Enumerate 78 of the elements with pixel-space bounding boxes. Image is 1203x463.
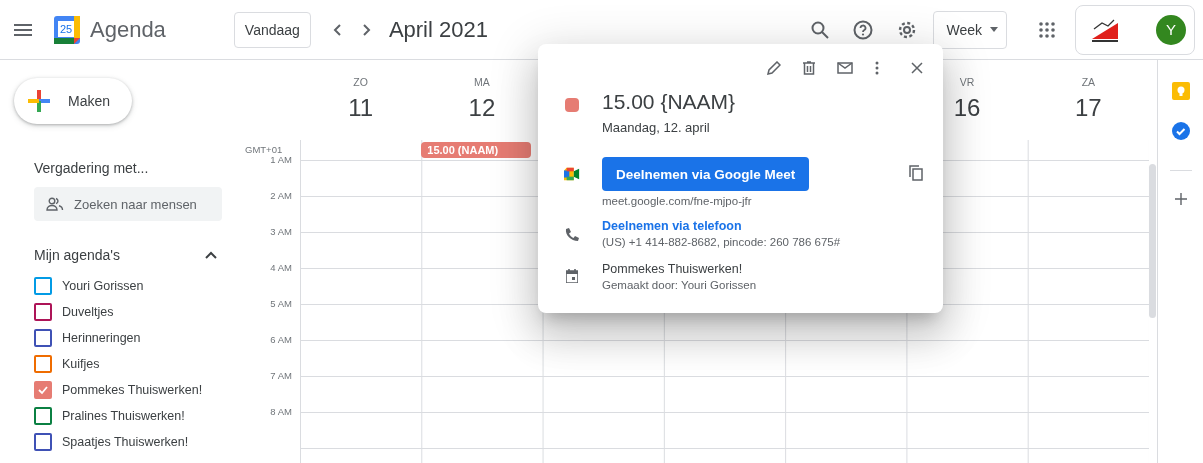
calendar-name: Youri Gorissen [62,279,144,293]
weekday-label: VR [959,76,975,88]
weekday-label: ZA [1081,76,1096,88]
calendar-name: Pommekes Thuiswerken! [602,262,744,276]
search-icon[interactable] [811,20,830,39]
create-button[interactable]: Maken [14,78,132,124]
help-icon[interactable] [853,19,874,40]
calendar-name: Kuifjes [62,357,100,371]
calendar-name: Pralines Thuiswerken! [62,409,185,423]
calendar-item[interactable]: Duveltjes [34,299,245,325]
close-icon[interactable] [911,62,923,74]
apps-grid-icon[interactable] [1039,21,1055,38]
checkbox[interactable] [34,329,52,347]
section-heading: Mijn agenda's [34,247,120,263]
hour-label: 5 AM [270,298,292,309]
menu-icon[interactable] [14,23,32,36]
calendar-logo: 25 [54,15,80,44]
event-creator: Gemaakt door: Youri Gorissen [602,279,757,291]
calendar-item[interactable]: Herinneringen [34,325,245,351]
hour-label: 3 AM [270,226,292,237]
delete-icon[interactable] [803,61,815,75]
calendar-item[interactable]: Pommekes Thuiswerken! [34,377,245,403]
phone-details: (US) +1 414-882-8682, pincode: 260 786 675# [602,236,841,248]
copy-icon[interactable] [909,165,923,181]
day-number[interactable]: 12 [468,94,496,122]
join-by-phone-link[interactable]: Deelnemen via telefoon [602,219,841,233]
more-options-icon[interactable] [875,61,879,75]
calendar-item[interactable]: Youri Gorissen [34,273,245,299]
hour-label: 2 AM [270,190,292,201]
hour-label: 1 AM [270,154,292,165]
hour-label: 4 AM [270,262,292,273]
account-avatar[interactable]: Y [1156,14,1186,45]
hour-label: 7 AM [270,370,292,381]
edit-icon[interactable] [767,61,781,75]
calendar-name: Herinneringen [62,331,141,345]
checkbox[interactable] [34,433,52,451]
day-number[interactable]: 11 [348,94,374,122]
add-icon[interactable] [1174,193,1187,205]
event-date: Maandag, 12. april [602,120,711,135]
weekday-label: ZO [353,76,368,88]
checkbox[interactable] [34,303,52,321]
day-number[interactable]: 16 [953,94,981,122]
today-button[interactable]: Vandaag [233,11,311,48]
plus-icon [28,90,50,112]
scrollbar[interactable] [1149,164,1156,318]
next-icon[interactable] [362,23,371,36]
app-title: Agenda [90,16,166,43]
calendar-name: Spaatjes Thuiswerken! [62,435,189,449]
checkbox[interactable] [34,277,52,295]
video-camera-icon [564,167,580,181]
day-number[interactable]: 17 [1075,94,1102,122]
view-dropdown[interactable]: Week [933,10,1007,49]
settings-icon[interactable] [897,19,918,40]
calendar-item[interactable]: Pralines Thuiswerken! [34,403,245,429]
calendar-item[interactable]: Kuifjes [34,351,245,377]
phone-icon [565,227,579,241]
collapse-chevron-icon[interactable] [205,251,217,259]
timezone-label: GMT+01 [245,143,284,155]
period-title: April 2021 [388,16,488,43]
checkbox[interactable] [34,407,52,425]
check-circle-icon[interactable] [1171,122,1190,140]
calendar-name: Duveltjes [62,305,114,319]
section-heading: Vergadering met... [34,160,150,176]
calendar-icon [566,269,578,283]
hour-label: 6 AM [270,334,292,345]
hour-label: 8 AM [270,406,292,417]
event-title: 15.00 {NAAM} [602,90,736,114]
calendar-item[interactable]: Spaatjes Thuiswerken! [34,429,245,455]
people-search-field[interactable]: Zoeken naar mensen [34,187,222,221]
caret-icon [990,27,998,32]
previous-icon[interactable] [332,23,341,36]
calendar-name: Pommekes Thuiswerken! [62,383,203,397]
account-switcher[interactable]: Y [1075,4,1195,55]
join-meet-button[interactable]: Deelnemen via Google Meet [602,157,810,191]
checkbox[interactable] [34,355,52,373]
weekday-label: MA [474,76,490,88]
checkbox[interactable] [34,381,52,399]
email-icon[interactable] [837,62,853,74]
